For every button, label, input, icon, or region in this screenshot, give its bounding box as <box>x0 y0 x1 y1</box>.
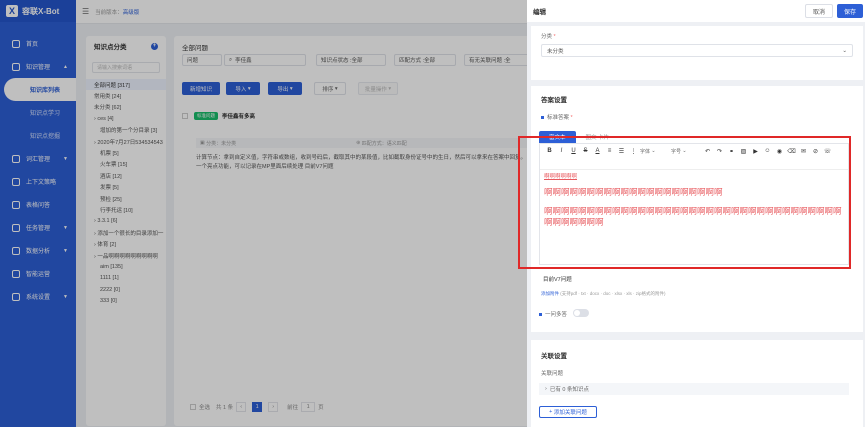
v7-question-text: 目前V7问题 <box>543 277 572 283</box>
cancel-button[interactable]: 取消 <box>805 4 833 18</box>
attachment-row: 添加附件 (支持pdf · txt · docx · doc · xlsx · … <box>541 291 666 296</box>
chevron-down-icon: ⌄ <box>842 47 847 54</box>
category-label: 分类 * <box>541 34 556 40</box>
category-select[interactable]: 未分类 ⌄ <box>541 44 853 57</box>
related-collapse[interactable]: › 已有 0 条知识点 <box>539 383 849 395</box>
relation-section-title: 关联设置 <box>541 353 567 360</box>
std-answer-label: 标准答案 * <box>541 113 573 121</box>
answer-section-title: 答案设置 <box>541 97 567 104</box>
multi-answer-label: 一问多答 <box>539 310 567 318</box>
related-label: 关联问题 <box>541 371 564 377</box>
add-attachment-link[interactable]: 添加附件 <box>541 291 559 296</box>
add-related-button[interactable]: + 添加关联问题 <box>539 406 597 418</box>
multi-answer-toggle[interactable] <box>573 309 589 317</box>
highlight-annotation <box>518 136 851 269</box>
drawer-title: 编辑 <box>533 9 546 16</box>
category-section: 分类 * 未分类 ⌄ <box>531 26 863 80</box>
save-button[interactable]: 保存 <box>837 4 863 18</box>
